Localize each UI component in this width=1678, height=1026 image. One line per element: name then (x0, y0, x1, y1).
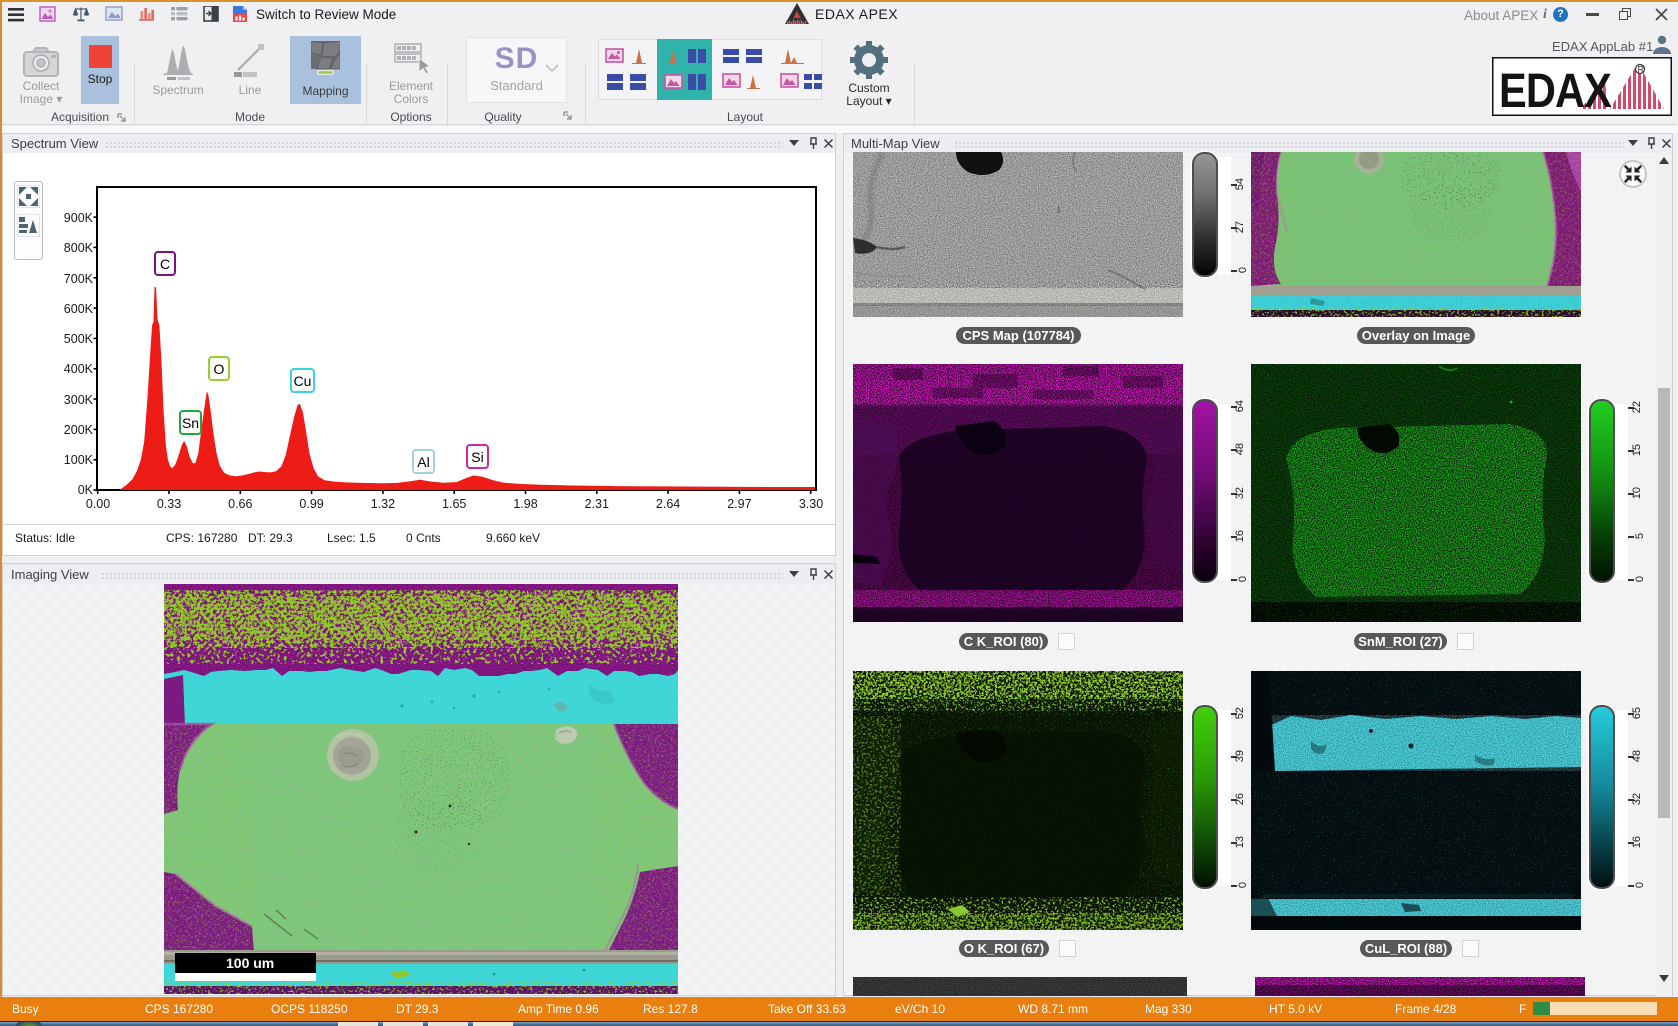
svg-text:1.65: 1.65 (442, 497, 466, 511)
svg-text:O: O (214, 361, 225, 377)
svg-text:100 um: 100 um (226, 955, 274, 971)
svg-text:300K: 300K (64, 393, 94, 407)
svg-text:0.66: 0.66 (228, 497, 252, 511)
svg-text:1.32: 1.32 (371, 497, 395, 511)
svg-text:2.97: 2.97 (727, 497, 751, 511)
svg-text:200K: 200K (64, 423, 94, 437)
svg-text:0.99: 0.99 (299, 497, 323, 511)
svg-text:400K: 400K (64, 362, 94, 376)
svg-text:1.98: 1.98 (513, 497, 537, 511)
svg-text:600K: 600K (64, 302, 94, 316)
svg-text:100K: 100K (64, 453, 94, 467)
svg-text:800K: 800K (64, 241, 94, 255)
svg-text:2.64: 2.64 (656, 497, 680, 511)
svg-text:0.33: 0.33 (157, 497, 181, 511)
svg-text:900K: 900K (64, 211, 94, 225)
svg-text:Cu: Cu (294, 373, 312, 389)
svg-text:0K: 0K (78, 483, 94, 497)
svg-text:3.30: 3.30 (799, 497, 823, 511)
svg-text:0.00: 0.00 (86, 497, 110, 511)
svg-text:C: C (160, 256, 170, 272)
svg-text:2.31: 2.31 (585, 497, 609, 511)
svg-text:Sn: Sn (182, 415, 199, 431)
svg-text:Al: Al (417, 454, 429, 470)
svg-text:R: R (1638, 65, 1645, 75)
svg-text:Si: Si (471, 449, 483, 465)
svg-text:700K: 700K (64, 272, 94, 286)
svg-text:500K: 500K (64, 332, 94, 346)
svg-text:EDAX: EDAX (1499, 65, 1612, 116)
